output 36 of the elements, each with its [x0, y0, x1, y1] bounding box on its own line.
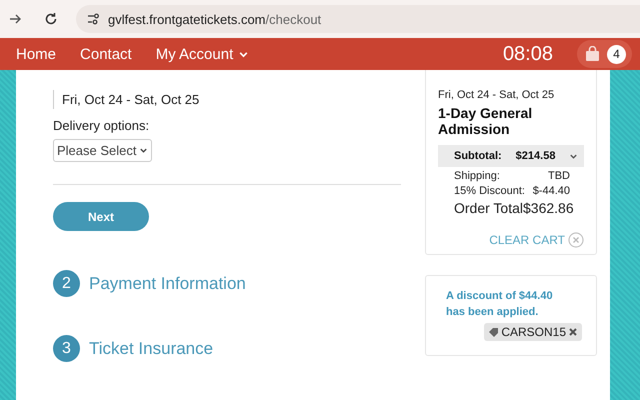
shopping-bag-icon	[585, 46, 600, 62]
summary-label: Shipping:	[454, 170, 500, 182]
step-number: 2	[53, 270, 80, 297]
nav-link[interactable]: My Account	[156, 46, 250, 62]
clear-cart-button[interactable]: CLEAR CART	[489, 232, 584, 248]
close-icon	[568, 232, 584, 248]
chevron-down-icon	[138, 146, 148, 155]
ticket-date: Fri, Oct 24 - Sat, Oct 25	[438, 89, 556, 101]
tag-icon	[488, 326, 500, 338]
order-total-label: Order Total	[454, 200, 523, 216]
nav-link[interactable]: Home	[16, 46, 56, 62]
reload-icon	[44, 12, 58, 26]
step-title[interactable]: Payment Information	[89, 274, 246, 294]
subtotal-bar[interactable]: Subtotal: $214.58	[438, 145, 584, 167]
order-total-value: $362.86	[523, 200, 574, 216]
arrow-right-icon	[8, 12, 22, 26]
step-number: 3	[53, 335, 80, 362]
summary-value: $-44.40	[532, 185, 570, 197]
event-date: Fri, Oct 24 - Sat, Oct 25	[53, 90, 208, 109]
delivery-label: Delivery options:	[53, 118, 150, 133]
cart-count: 4	[607, 44, 626, 64]
nav-link[interactable]: Contact	[80, 46, 132, 62]
discount-message: A discount of $44.40 has been applied.	[446, 289, 554, 320]
site-settings-icon[interactable]	[86, 12, 100, 26]
ticket-name: 1-Day General Admission	[438, 105, 534, 137]
summary-value: TBD	[548, 170, 570, 182]
delivery-select[interactable]: Please Select	[53, 139, 152, 162]
cart-button[interactable]: 4	[577, 40, 632, 68]
remove-icon[interactable]	[568, 327, 578, 337]
address-bar[interactable]: gvlfest.frontgatetickets.com/checkout	[76, 5, 640, 33]
promo-code-tag: CARSON15	[484, 323, 582, 341]
step-title[interactable]: Ticket Insurance	[89, 338, 214, 358]
summary-label: 15% Discount:	[454, 185, 525, 197]
countdown-timer: 08:08	[502, 42, 553, 66]
next-button[interactable]: Next	[53, 202, 149, 231]
url-text: gvlfest.frontgatetickets.com/checkout	[108, 12, 322, 26]
